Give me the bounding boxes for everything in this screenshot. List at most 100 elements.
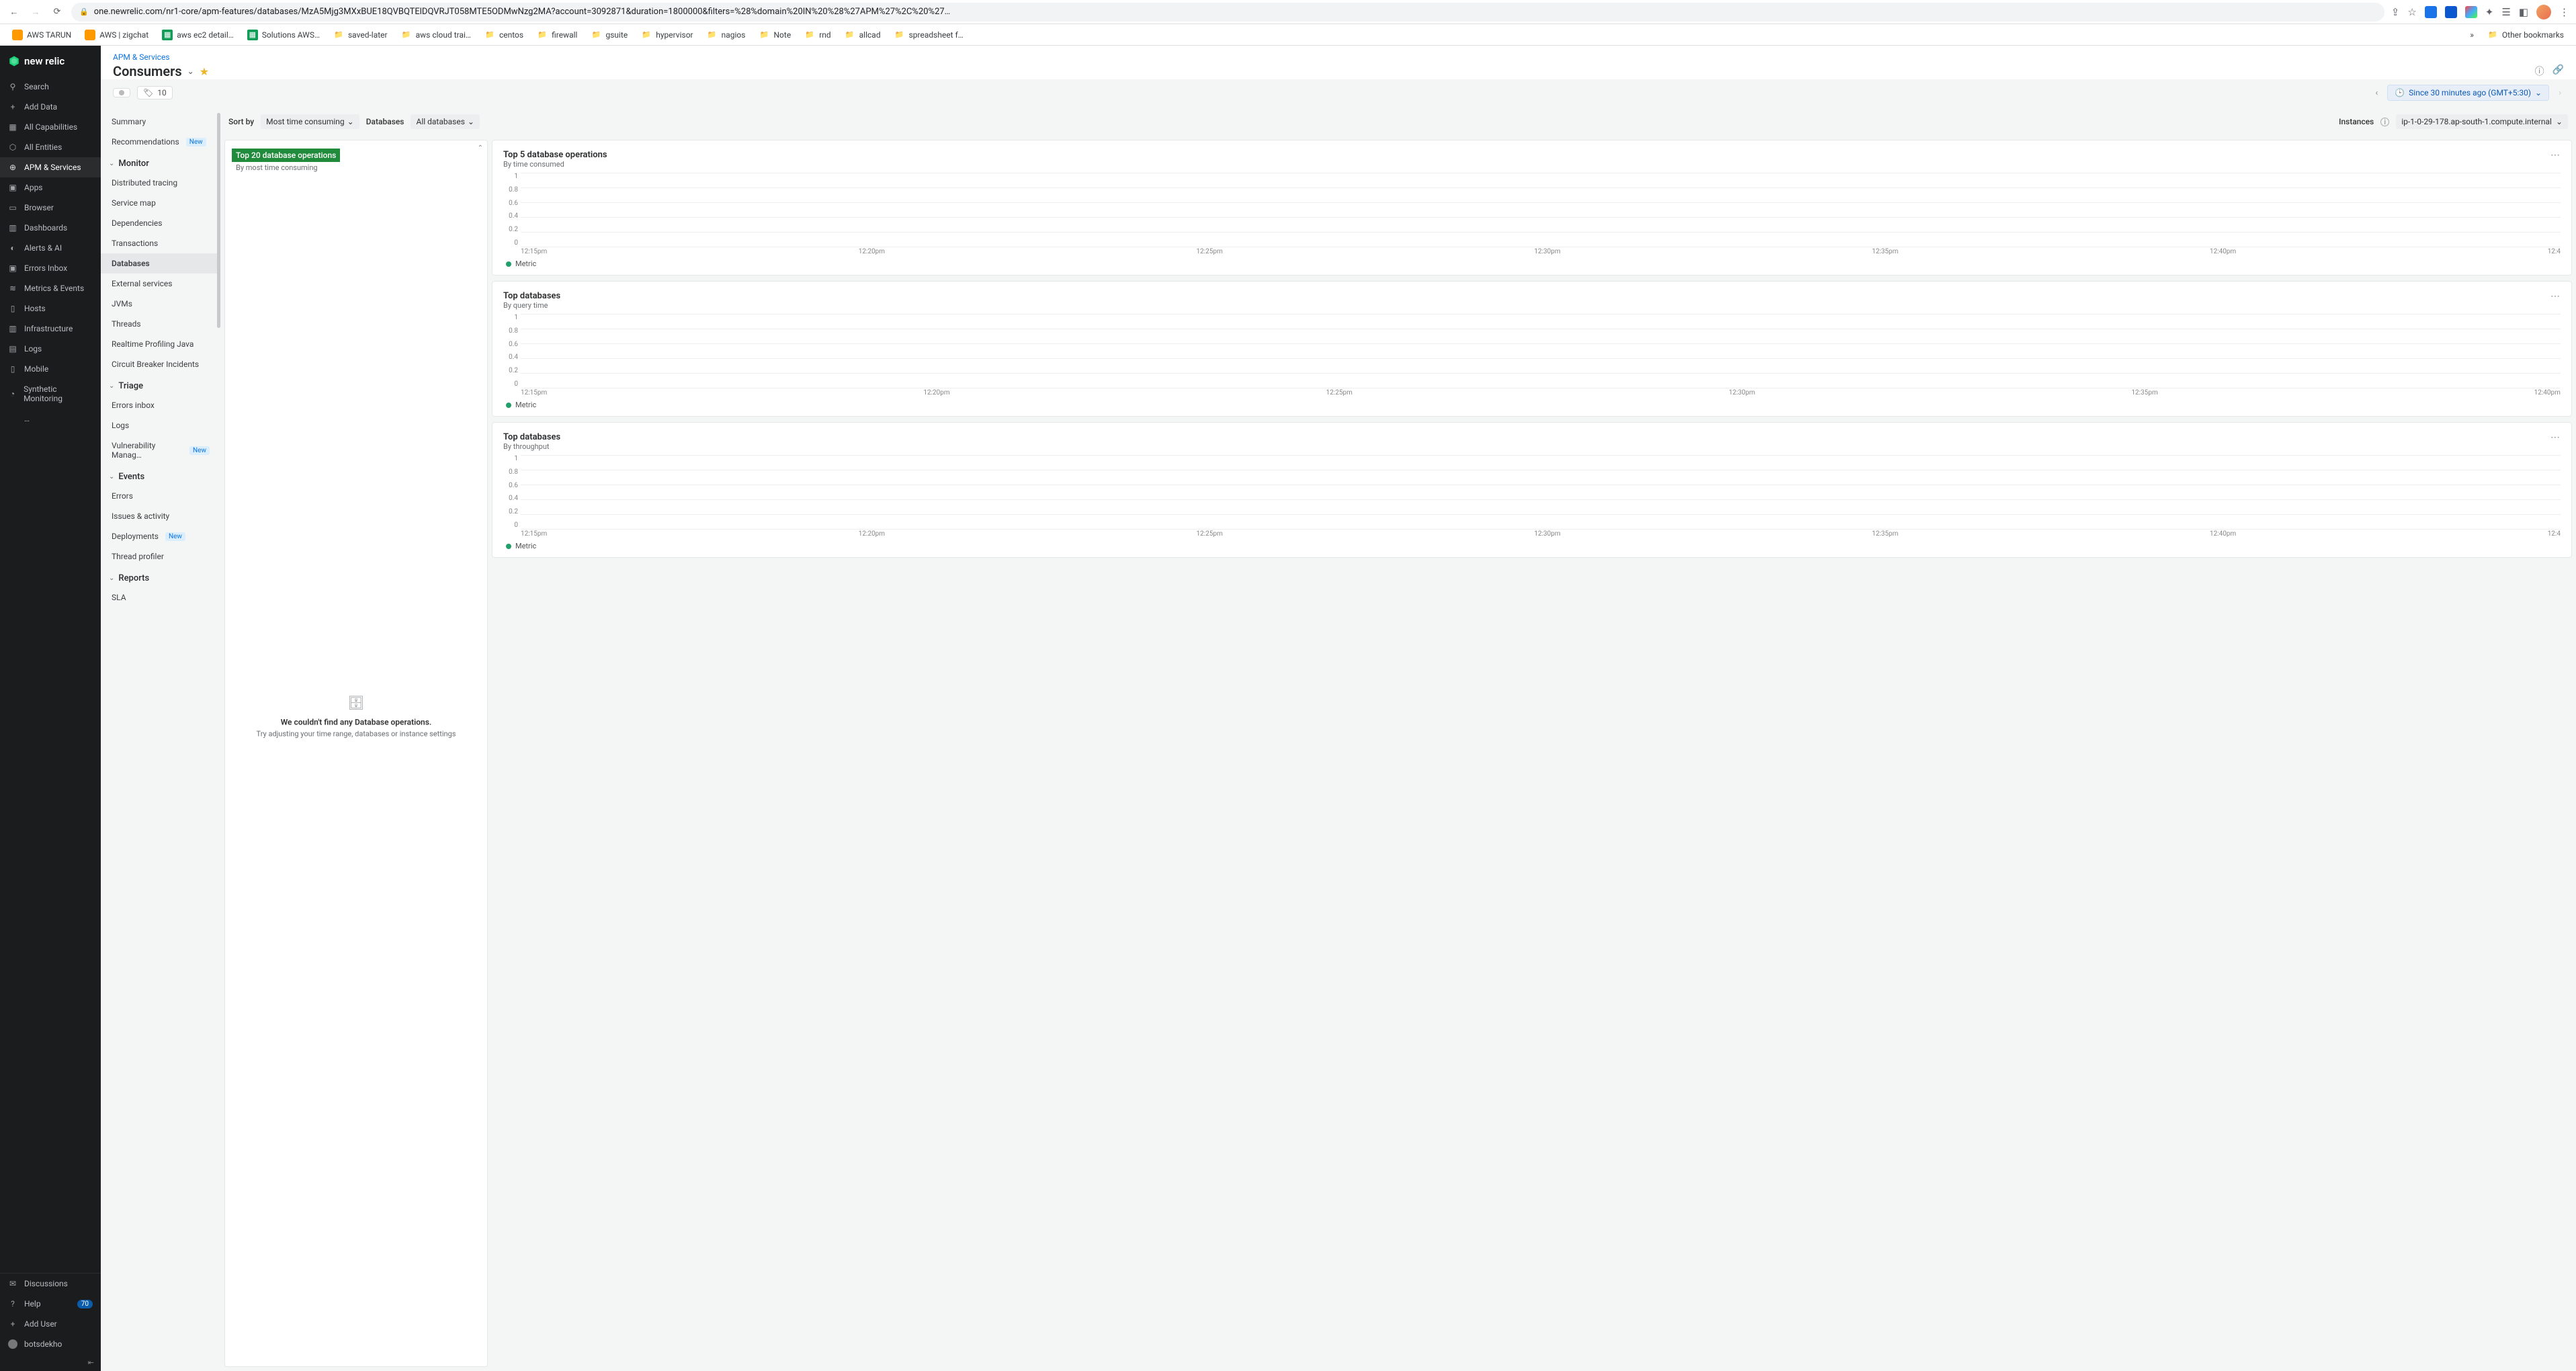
primary-nav-item[interactable]: ▯Mobile — [0, 359, 101, 379]
extension-icon[interactable] — [2465, 6, 2477, 18]
bookmark-item[interactable]: 📁allcad — [839, 27, 886, 43]
time-prev-button[interactable]: ‹ — [2372, 85, 2380, 101]
primary-nav-item[interactable]: ◔Synthetic Monitoring — [0, 379, 101, 409]
address-bar[interactable]: 🔒 one.newrelic.com/nr1-core/apm-features… — [71, 3, 2385, 22]
bookmark-item[interactable]: 📁Note — [753, 27, 796, 43]
time-next-button[interactable]: › — [2556, 85, 2564, 101]
sidebar-collapse-button[interactable]: ⇤ — [81, 1354, 101, 1371]
secondary-nav-item[interactable]: Databases — [101, 253, 220, 274]
help-icon[interactable]: ⓘ — [2535, 65, 2544, 78]
info-icon[interactable]: i — [2380, 118, 2389, 126]
primary-nav-item[interactable]: ▥Infrastructure — [0, 319, 101, 339]
secondary-nav-item[interactable]: Realtime Profiling Java — [101, 334, 220, 354]
primary-nav-item[interactable]: … — [0, 409, 101, 429]
primary-nav-item[interactable]: ⚲Search — [0, 77, 101, 97]
primary-nav-item[interactable]: ✉Discussions — [0, 1274, 101, 1294]
primary-nav-item[interactable]: ⊕APM & Services — [0, 157, 101, 177]
selected-operation[interactable]: Top 20 database operations By most time … — [232, 149, 480, 173]
bookmark-item[interactable]: ▦Solutions AWS… — [242, 27, 325, 43]
bookmark-item[interactable]: ▦aws ec2 detail… — [157, 27, 239, 43]
secondary-nav-item[interactable]: Summary — [101, 112, 220, 132]
bookmark-item[interactable]: 📁rnd — [799, 27, 836, 43]
other-bookmarks[interactable]: 📁Other bookmarks — [2482, 27, 2569, 43]
link-icon[interactable]: 🔗 — [2552, 65, 2564, 78]
databases-dropdown[interactable]: All databases ⌄ — [411, 114, 479, 129]
forward-button[interactable]: → — [28, 5, 43, 19]
secondary-nav-group[interactable]: ⌄Monitor — [101, 152, 220, 173]
bookmark-item[interactable]: 📁spreadsheet f… — [889, 27, 969, 43]
reload-button[interactable]: ⟳ — [50, 5, 65, 19]
primary-nav-item[interactable]: ▣Apps — [0, 177, 101, 198]
primary-nav-item[interactable]: +Add User — [0, 1314, 101, 1334]
secondary-nav-group[interactable]: ⌄Triage — [101, 374, 220, 395]
chart-menu-icon[interactable]: ⋯ — [2550, 291, 2561, 302]
secondary-nav-item[interactable]: Issues & activity — [101, 506, 220, 526]
back-button[interactable]: ← — [7, 5, 22, 19]
secondary-nav-item[interactable]: Thread profiler — [101, 546, 220, 567]
secondary-nav-item[interactable]: RecommendationsNew — [101, 132, 220, 152]
secondary-nav-item[interactable]: Vulnerability Manag…New — [101, 435, 220, 465]
tags-pill[interactable]: 🏷 10 — [137, 86, 173, 99]
secondary-nav-group[interactable]: ⌄Events — [101, 465, 220, 486]
bookmark-item[interactable]: 📁saved-later — [328, 27, 393, 43]
extension-icon[interactable] — [2445, 6, 2457, 18]
primary-nav-item[interactable]: ▣Errors Inbox — [0, 258, 101, 278]
primary-nav-item[interactable]: +Add Data — [0, 97, 101, 117]
chart-menu-icon[interactable]: ⋯ — [2550, 150, 2561, 161]
bookmark-item[interactable]: AWS | zigchat — [79, 27, 154, 43]
secondary-nav-item[interactable]: Threads — [101, 314, 220, 334]
secondary-nav-item[interactable]: Transactions — [101, 233, 220, 253]
secondary-nav-item[interactable]: SLA — [101, 587, 220, 608]
bookmark-item[interactable]: 📁centos — [479, 27, 529, 43]
status-indicator[interactable] — [113, 88, 130, 97]
primary-nav-item[interactable]: ▭Browser — [0, 198, 101, 218]
secondary-nav-item[interactable]: Circuit Breaker Incidents — [101, 354, 220, 374]
primary-nav-item[interactable]: ◐Alerts & AI — [0, 238, 101, 258]
bookmark-item[interactable]: 📁firewall — [531, 27, 583, 43]
menu-icon[interactable]: ⋮ — [2559, 6, 2569, 18]
bookmark-item[interactable]: 📁gsuite — [585, 27, 633, 43]
primary-nav-item[interactable]: botsdekho — [0, 1334, 101, 1354]
secondary-nav-item[interactable]: External services — [101, 274, 220, 294]
profile-avatar[interactable] — [2536, 5, 2551, 19]
breadcrumb[interactable]: APM & Services — [113, 52, 2564, 62]
secondary-nav-item[interactable]: Logs — [101, 415, 220, 435]
instances-dropdown[interactable]: ip-1-0-29-178.ap-south-1.compute.interna… — [2396, 114, 2568, 129]
scrollbar-thumb[interactable] — [217, 113, 220, 328]
primary-nav-item[interactable]: ?Help70 — [0, 1294, 101, 1314]
primary-nav-item[interactable]: ▯Hosts — [0, 298, 101, 319]
bookmark-item[interactable]: 📁nagios — [701, 27, 751, 43]
logo[interactable]: new relic — [0, 46, 101, 77]
panel-collapse-icon[interactable]: ⌃ — [478, 144, 483, 152]
primary-nav-item[interactable]: ▤Logs — [0, 339, 101, 359]
primary-nav-item[interactable]: ▥Dashboards — [0, 218, 101, 238]
extension-icon[interactable] — [2425, 6, 2437, 18]
favorite-star-icon[interactable]: ★ — [200, 65, 209, 78]
secondary-nav-item[interactable]: Service map — [101, 193, 220, 213]
secondary-nav-item[interactable]: DeploymentsNew — [101, 526, 220, 546]
bookmark-item[interactable]: AWS TARUN — [7, 27, 77, 43]
reading-list-icon[interactable]: ☰ — [2501, 6, 2510, 18]
star-icon[interactable]: ☆ — [2407, 6, 2416, 18]
primary-nav-item[interactable]: ≋Metrics & Events — [0, 278, 101, 298]
bookmark-item[interactable]: 📁hypervisor — [636, 27, 698, 43]
extensions-icon[interactable]: ✦ — [2485, 6, 2494, 18]
share-icon[interactable]: ⇪ — [2391, 6, 2400, 18]
side-panel-icon[interactable]: ◧ — [2519, 6, 2528, 18]
time-range-picker[interactable]: 🕒 Since 30 minutes ago (GMT+5:30) ⌄ — [2387, 85, 2549, 101]
scrollbar[interactable] — [216, 108, 220, 1371]
secondary-nav-item[interactable]: Dependencies — [101, 213, 220, 233]
secondary-nav-item[interactable]: Distributed tracing — [101, 173, 220, 193]
bookmark-item[interactable]: 📁aws cloud trai… — [396, 27, 476, 43]
chart-menu-icon[interactable]: ⋯ — [2550, 432, 2561, 443]
secondary-nav-item[interactable]: Errors inbox — [101, 395, 220, 415]
secondary-nav-item[interactable]: JVMs — [101, 294, 220, 314]
primary-nav-item[interactable]: ▦All Capabilities — [0, 117, 101, 137]
entity-switcher-icon[interactable]: ⌄ — [187, 67, 194, 76]
secondary-nav-item[interactable]: Errors — [101, 486, 220, 506]
primary-nav-item[interactable]: ⬡All Entities — [0, 137, 101, 157]
secondary-sidebar[interactable]: SummaryRecommendationsNew⌄MonitorDistrib… — [101, 108, 220, 1371]
sort-by-dropdown[interactable]: Most time consuming ⌄ — [261, 114, 359, 129]
bookmarks-overflow-icon[interactable]: » — [2464, 30, 2479, 40]
secondary-nav-group[interactable]: ⌄Reports — [101, 567, 220, 587]
